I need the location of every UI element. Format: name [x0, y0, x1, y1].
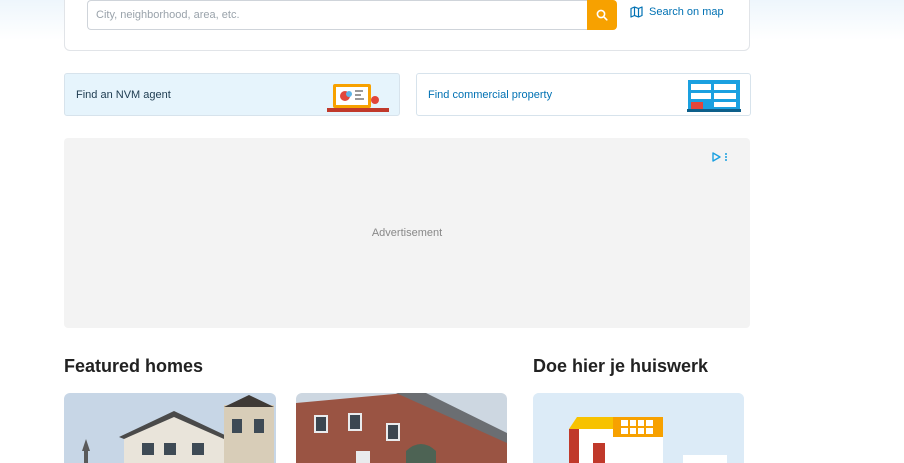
search-on-map-label: Search on map [649, 6, 724, 18]
search-card: Search on map [64, 0, 750, 51]
search-on-map-link[interactable]: Search on map [630, 6, 724, 18]
advertisement-label: Advertisement [371, 227, 443, 239]
featured-home-card[interactable] [64, 393, 276, 463]
ad-choices-icon [712, 152, 727, 162]
featured-home-card[interactable] [296, 393, 507, 463]
find-commercial-property-tile[interactable]: Find commercial property [416, 73, 751, 116]
search-button[interactable] [587, 0, 617, 30]
search-input[interactable] [87, 0, 587, 30]
house-illustration-icon [533, 393, 744, 463]
ad-choices-button[interactable] [712, 149, 730, 167]
search-icon [596, 9, 608, 21]
house-photo [296, 393, 507, 463]
featured-homes-title: Featured homes [64, 356, 204, 376]
advertisement-box: Advertisement [64, 138, 750, 328]
homework-card[interactable] [533, 393, 744, 463]
find-nvm-agent-tile[interactable]: Find an NVM agent [64, 73, 400, 116]
homework-title: Doe hier je huiswerk [533, 356, 709, 376]
commercial-building-icon [687, 80, 741, 112]
house-photo [64, 393, 276, 463]
agent-illustration-icon [327, 84, 389, 112]
map-icon [630, 6, 643, 18]
find-commercial-property-label: Find commercial property [428, 88, 553, 101]
find-nvm-agent-label: Find an NVM agent [76, 88, 171, 101]
